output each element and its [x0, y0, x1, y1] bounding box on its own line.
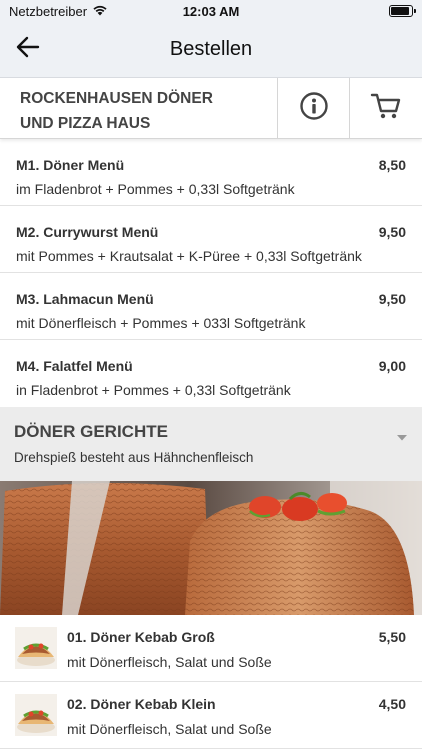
shop-name-line2: UND PIZZA HAUS — [20, 115, 151, 132]
arrow-left-icon — [16, 36, 40, 63]
item-name: 02. Döner Kebab Klein — [67, 696, 216, 712]
info-icon — [299, 91, 329, 126]
cart-icon — [370, 92, 402, 125]
list-item[interactable]: M4. Falatfel Menü 9,00 in Fladenbrot + P… — [0, 340, 422, 407]
battery-icon — [389, 5, 416, 17]
shop-name-line1: ROCKENHAUSEN DÖNER — [20, 90, 213, 107]
shop-name: ROCKENHAUSEN DÖNER UND PIZZA HAUS — [0, 78, 278, 138]
cart-button[interactable] — [350, 78, 422, 138]
chevron-down-icon[interactable] — [396, 429, 408, 447]
item-description: mit Pommes + Krautsalat + K-Püree + 0,33… — [16, 248, 362, 264]
shop-header: ROCKENHAUSEN DÖNER UND PIZZA HAUS — [0, 78, 422, 139]
item-name: M3. Lahmacun Menü — [16, 291, 154, 307]
list-item[interactable]: 01. Döner Kebab Groß 5,50 mit Dönerfleis… — [0, 615, 422, 682]
item-description: im Fladenbrot + Pommes + 0,33l Softgeträ… — [16, 181, 295, 197]
list-item[interactable]: M1. Döner Menü 8,50 im Fladenbrot + Pomm… — [0, 139, 422, 206]
carrier-label: Netzbetreiber — [9, 3, 88, 19]
doner-list: 01. Döner Kebab Groß 5,50 mit Dönerfleis… — [0, 615, 422, 749]
item-price: 9,50 — [378, 291, 406, 307]
status-left: Netzbetreiber — [9, 4, 108, 19]
item-price: 5,50 — [378, 629, 406, 645]
item-price: 9,50 — [378, 224, 406, 240]
list-item[interactable]: M3. Lahmacun Menü 9,50 mit Dönerfleisch … — [0, 273, 422, 340]
item-name: M4. Falatfel Menü — [16, 358, 133, 374]
menu-list: M1. Döner Menü 8,50 im Fladenbrot + Pomm… — [0, 139, 422, 407]
back-button[interactable] — [0, 22, 56, 78]
section-title: DÖNER GERICHTE — [14, 422, 168, 441]
battery-fill — [391, 7, 409, 15]
section-subtitle: Drehspieß besteht aus Hähnchenfleisch — [14, 450, 254, 465]
item-name: 01. Döner Kebab Groß — [67, 629, 215, 645]
food-thumbnail — [15, 694, 57, 736]
page-title: Bestellen — [169, 38, 253, 60]
list-item[interactable]: M2. Currywurst Menü 9,50 mit Pommes + Kr… — [0, 206, 422, 273]
food-thumbnail — [15, 627, 57, 669]
info-button[interactable] — [278, 78, 350, 138]
item-price: 4,50 — [378, 696, 406, 712]
nav-bar: Bestellen — [0, 22, 422, 78]
item-description: mit Dönerfleisch, Salat und Soße — [67, 654, 272, 670]
wifi-icon — [92, 4, 108, 19]
section-banner-image — [0, 481, 422, 615]
item-name: M1. Döner Menü — [16, 157, 125, 173]
item-description: mit Dönerfleisch + Pommes + 033l Softget… — [16, 315, 306, 331]
item-description: in Fladenbrot + Pommes + 0,33l Softgeträ… — [16, 382, 291, 398]
status-bar: Netzbetreiber 12:03 AM — [0, 0, 422, 22]
item-price: 9,00 — [378, 358, 406, 374]
item-price: 8,50 — [378, 157, 406, 173]
section-header[interactable]: DÖNER GERICHTE Drehspieß besteht aus Häh… — [0, 407, 422, 481]
item-description: mit Dönerfleisch, Salat und Soße — [67, 721, 272, 737]
item-name: M2. Currywurst Menü — [16, 224, 159, 240]
list-item[interactable]: 02. Döner Kebab Klein 4,50 mit Dönerflei… — [0, 682, 422, 749]
